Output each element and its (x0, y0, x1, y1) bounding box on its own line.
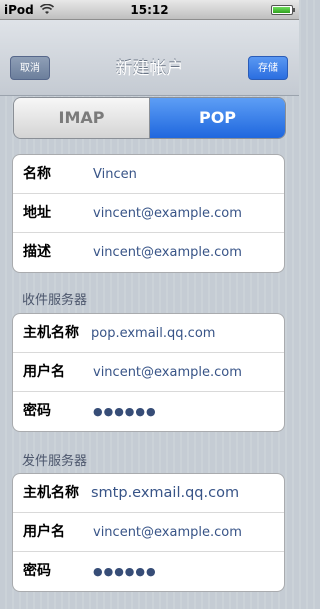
outgoing-username-field[interactable]: vincent@example.com (93, 513, 242, 552)
outgoing-password-row[interactable]: 密码 ●●●●●● (13, 552, 284, 591)
outgoing-host-row[interactable]: 主机名称 smtp.exmail.qq.com (13, 474, 284, 513)
status-bar: iPod 15:12 (0, 0, 299, 20)
address-field[interactable]: vincent@example.com (93, 194, 242, 233)
segment-imap[interactable]: IMAP (14, 98, 150, 138)
battery-icon (271, 5, 295, 15)
status-time: 15:12 (130, 3, 169, 17)
incoming-username-field[interactable]: vincent@example.com (93, 353, 242, 392)
name-field[interactable]: Vincen (93, 155, 137, 194)
incoming-server-header: 收件服务器 (22, 293, 88, 308)
incoming-username-label: 用户名 (23, 364, 65, 380)
description-field[interactable]: vincent@example.com (93, 233, 242, 272)
name-label: 名称 (23, 166, 51, 182)
outgoing-password-field[interactable]: ●●●●●● (93, 552, 157, 591)
outgoing-username-label: 用户名 (23, 524, 65, 540)
description-label: 描述 (23, 244, 51, 260)
account-type-segmented-control: IMAP POP (13, 97, 286, 139)
incoming-username-row[interactable]: 用户名 vincent@example.com (13, 353, 284, 392)
segment-pop[interactable]: POP (150, 98, 285, 138)
name-row[interactable]: 名称 Vincen (13, 155, 284, 194)
incoming-host-field[interactable]: pop.exmail.qq.com (91, 314, 215, 353)
incoming-host-label: 主机名称 (23, 325, 79, 341)
incoming-host-row[interactable]: 主机名称 pop.exmail.qq.com (13, 314, 284, 353)
battery-level (273, 7, 290, 13)
outgoing-server-group: 主机名称 smtp.exmail.qq.com 用户名 vincent@exam… (12, 473, 285, 592)
navigation-bar: 取消 新建帐户 存储 (0, 20, 299, 96)
outgoing-host-label: 主机名称 (23, 485, 79, 501)
incoming-password-field[interactable]: ●●●●●● (93, 392, 157, 431)
account-info-group: 名称 Vincen 地址 vincent@example.com 描述 vinc… (12, 154, 285, 273)
save-button[interactable]: 存储 (248, 56, 288, 80)
description-row[interactable]: 描述 vincent@example.com (13, 233, 284, 272)
outgoing-password-label: 密码 (23, 563, 51, 579)
outgoing-username-row[interactable]: 用户名 vincent@example.com (13, 513, 284, 552)
incoming-password-row[interactable]: 密码 ●●●●●● (13, 392, 284, 431)
address-label: 地址 (23, 205, 51, 221)
incoming-password-label: 密码 (23, 403, 51, 419)
address-row[interactable]: 地址 vincent@example.com (13, 194, 284, 233)
outgoing-server-header: 发件服务器 (22, 454, 88, 469)
incoming-server-group: 主机名称 pop.exmail.qq.com 用户名 vincent@examp… (12, 313, 285, 432)
outgoing-host-field[interactable]: smtp.exmail.qq.com (91, 474, 239, 513)
